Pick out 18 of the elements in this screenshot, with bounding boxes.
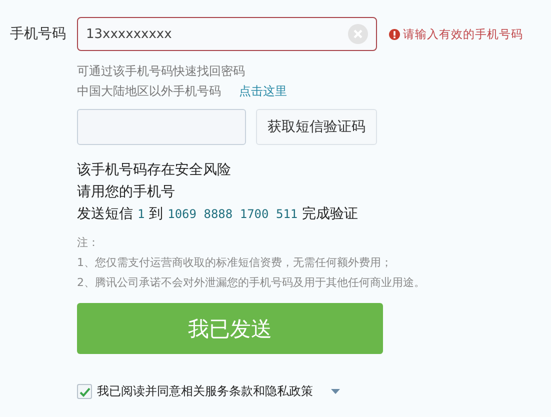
hint-text: 中国大陆地区以外手机号码 [77,83,221,100]
note-text: 2、腾讯公司承诺不会对外泄漏您的手机号码及用于其他任何商业用途。 [77,275,426,291]
error-message: 请输入有效的手机号码 [403,26,523,42]
warning-text: 该手机号码存在安全风险 [77,161,232,180]
click-here-link[interactable]: 点击这里 [239,81,287,101]
hint-text: 可通过该手机号码快速找回密码 [77,63,246,80]
sms-code-input-field[interactable] [77,109,246,145]
warning-text: 请用您的手机号 [77,183,176,202]
note-text: 注： [77,235,100,251]
phone-input-field[interactable]: 13xxxxxxxxx [77,17,377,51]
agreement-text: 我已阅读并同意相关服务条款和隐私政策 [97,383,313,400]
caret-icon[interactable] [331,389,340,394]
field-label: 手机号码 [10,25,67,43]
error-icon [389,28,400,40]
get-sms-code-button[interactable]: 获取短信验证码 [256,109,377,145]
sms-instruction-text: 发送短信 1 到 1069 8888 1700 511 完成验证 [77,205,360,224]
note-text: 1、您仅需支付运营商收取的标准短信资费，无需任何额外费用； [77,255,393,271]
agreement-checkbox[interactable] [77,384,92,399]
